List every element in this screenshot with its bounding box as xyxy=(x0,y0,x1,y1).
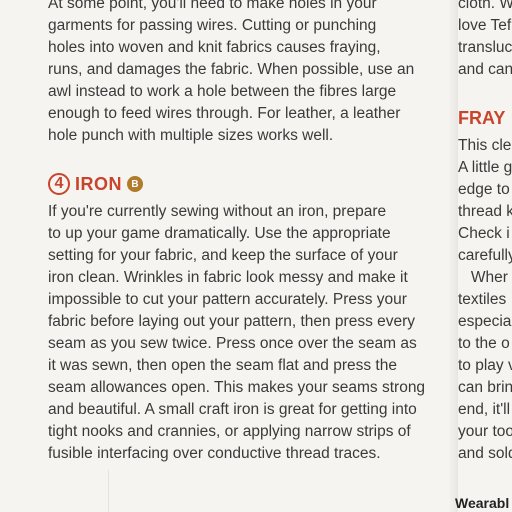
text-line: especia xyxy=(458,313,512,330)
text-line: carefully xyxy=(458,247,512,264)
left-column: At some point, you'll need to make holes… xyxy=(48,0,448,465)
fray-paragraph: This cle A little g edge to thread k Che… xyxy=(458,135,512,465)
text-line: your too xyxy=(458,423,512,440)
text-line: This cle xyxy=(458,137,512,154)
text-line: can brin xyxy=(458,379,512,396)
text-line: to up your game dramatically. Use the ap… xyxy=(48,225,391,242)
section-heading-iron: 4 IRON B xyxy=(48,169,448,199)
page-gutter-shadow xyxy=(448,0,458,512)
difficulty-badge: B xyxy=(127,176,143,192)
text-line: and beautiful. A small craft iron is gre… xyxy=(48,401,417,418)
text-line: fusible interfacing over conductive thre… xyxy=(48,445,381,462)
text-line: holes into woven and knit fabrics causes… xyxy=(48,39,381,56)
text-line: At some point, you'll need to make holes… xyxy=(48,0,377,12)
text-line: If you're currently sewing without an ir… xyxy=(48,203,387,220)
text-line: tight nooks and crannies, or applying na… xyxy=(48,423,411,440)
iron-paragraph: If you're currently sewing without an ir… xyxy=(48,201,448,465)
text-line: and sold xyxy=(458,445,512,462)
text-line: seam as you sew twice. Press once over t… xyxy=(48,335,417,352)
section-title: IRON xyxy=(75,173,122,194)
text-line: seam allowances open. This makes your se… xyxy=(48,379,426,396)
text-line: impossible to cut your pattern accuratel… xyxy=(48,291,407,308)
section-heading-fray: FRAY xyxy=(458,108,506,128)
text-line: end, it'll xyxy=(458,401,511,418)
right-top-paragraph: cloth. W love Tef transluc and can xyxy=(458,0,512,81)
text-line: transluc xyxy=(458,39,512,56)
text-line: it was sewn, then open the seam flat and… xyxy=(48,357,397,374)
magazine-page: At some point, you'll need to make holes… xyxy=(0,0,512,512)
text-line: Check i xyxy=(458,225,510,242)
text-line: and can xyxy=(458,61,512,78)
text-line: setting for your fabric, and keep the su… xyxy=(48,247,398,264)
text-line: love Tef xyxy=(458,17,512,34)
text-line: hole punch with multiple sizes works wel… xyxy=(48,127,334,144)
text-line: iron clean. Wrinkles in fabric look mess… xyxy=(48,269,408,286)
text-line: A little g xyxy=(458,159,512,176)
text-line: fabric before laying out your pattern, t… xyxy=(48,313,416,330)
text-line: textiles xyxy=(458,291,507,308)
intro-paragraph: At some point, you'll need to make holes… xyxy=(48,0,448,147)
footer-brand: Wearabl xyxy=(455,495,510,511)
text-line: Wher xyxy=(458,269,508,286)
text-line: to the o xyxy=(458,335,510,352)
text-line: to play v xyxy=(458,357,512,374)
paper-mark xyxy=(108,470,109,512)
text-line: awl instead to work a hole between the f… xyxy=(48,83,397,100)
right-column: cloth. W love Tef transluc and can FRAY … xyxy=(458,0,512,465)
text-line: thread k xyxy=(458,203,512,220)
text-line: edge to xyxy=(458,181,510,198)
text-line: runs, and damages the fabric. When possi… xyxy=(48,61,415,78)
text-line: cloth. W xyxy=(458,0,512,12)
text-line: garments for passing wires. Cutting or p… xyxy=(48,17,377,34)
step-number-badge: 4 xyxy=(48,173,70,195)
text-line: enough to feed wires through. For leathe… xyxy=(48,105,401,122)
